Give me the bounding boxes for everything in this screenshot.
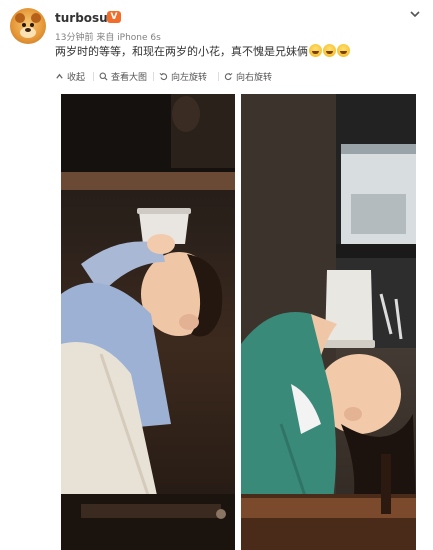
collapse-button[interactable]: 收起	[55, 70, 85, 83]
image-toolbar: 收起 查看大图 向左旋转 向右旋转	[0, 66, 433, 86]
view-large-button[interactable]: 查看大图	[99, 70, 147, 83]
rotate-right-label: 向右旋转	[236, 73, 273, 83]
magnify-icon	[99, 72, 108, 81]
boy-drinking-illustration	[61, 94, 235, 550]
collapse-label: 收起	[67, 73, 86, 83]
laughing-emoji-icon	[337, 44, 350, 57]
avatar-ear-right	[31, 13, 41, 23]
avatar-nose	[25, 28, 31, 32]
avatar-eye-right	[30, 23, 34, 27]
caption-text: 两岁时的等等，和现在两岁的小花，真不愧是兄妹俩	[55, 45, 308, 58]
toolbar-divider	[218, 72, 219, 81]
rotate-left-icon	[159, 72, 168, 81]
photo-panel-right	[241, 94, 416, 550]
view-large-label: 查看大图	[111, 73, 148, 83]
rotate-right-icon	[224, 72, 233, 81]
toolbar-divider	[153, 72, 154, 81]
rotate-right-button[interactable]: 向右旋转	[224, 70, 272, 83]
post-meta: 13分钟前 来自 iPhone 6s	[55, 33, 161, 43]
user-avatar[interactable]	[10, 8, 46, 44]
collapse-icon	[56, 73, 63, 79]
rotate-left-label: 向左旋转	[171, 73, 208, 83]
chevron-down-icon[interactable]	[409, 8, 421, 20]
post-caption: 两岁时的等等，和现在两岁的小花，真不愧是兄妹俩	[55, 43, 350, 59]
photo-panel-left	[61, 94, 235, 550]
laughing-emoji-icon	[309, 44, 322, 57]
rotate-left-button[interactable]: 向左旋转	[159, 70, 207, 83]
post-header: turbosun V 13分钟前 来自 iPhone 6s	[0, 0, 433, 46]
girl-drinking-illustration	[241, 94, 416, 550]
post-image[interactable]	[61, 94, 416, 550]
avatar-ear-left	[15, 13, 25, 23]
avatar-eye-left	[22, 23, 26, 27]
toolbar-divider	[93, 72, 94, 81]
laughing-emoji-icon	[323, 44, 336, 57]
vip-badge: V	[107, 11, 121, 23]
